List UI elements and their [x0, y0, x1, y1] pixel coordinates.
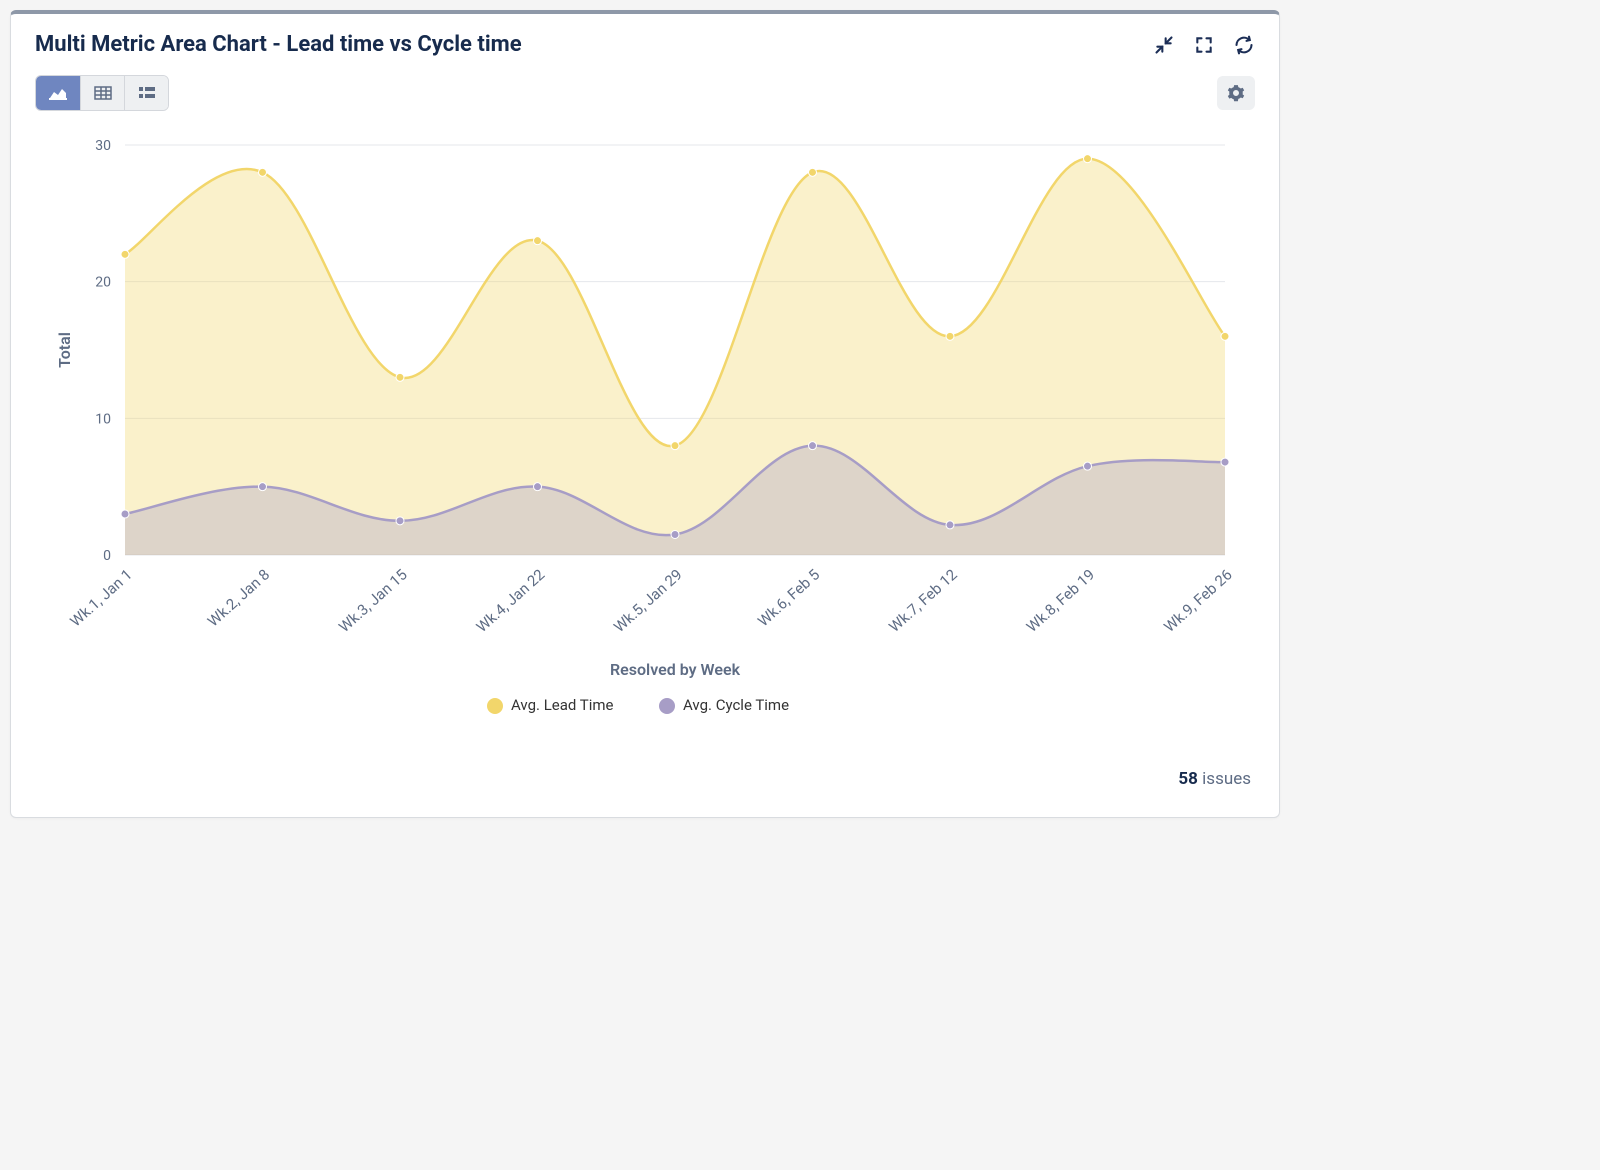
gear-icon [1227, 84, 1245, 102]
svg-text:Wk.3, Jan 15: Wk.3, Jan 15 [335, 566, 410, 636]
svg-text:Wk.1, Jan 1: Wk.1, Jan 1 [67, 566, 136, 631]
svg-text:Avg. Cycle Time: Avg. Cycle Time [683, 696, 789, 714]
chart-view-button[interactable] [36, 76, 80, 110]
area-chart: 0 10 20 30 Wk.1, Jan 1 Wk.2, Jan 8 Wk.3, Jan 1… [35, 125, 1255, 755]
issue-label: issues [1202, 769, 1251, 789]
expand-icon[interactable] [1193, 34, 1215, 56]
issue-count: 58 [1178, 769, 1198, 789]
refresh-icon[interactable] [1233, 34, 1255, 56]
footer: 58 issues [11, 759, 1279, 817]
svg-text:Wk.2, Jan 8: Wk.2, Jan 8 [204, 566, 273, 631]
header-actions [1153, 34, 1255, 56]
svg-text:Wk.6, Feb 5: Wk.6, Feb 5 [754, 566, 823, 631]
list-icon [138, 86, 156, 100]
svg-text:Wk.7, Feb 12: Wk.7, Feb 12 [885, 566, 960, 636]
toolbar [11, 67, 1279, 115]
list-view-button[interactable] [124, 76, 168, 110]
svg-text:20: 20 [95, 275, 111, 291]
settings-button[interactable] [1217, 76, 1255, 110]
table-icon [94, 86, 112, 100]
svg-text:Wk.4, Jan 22: Wk.4, Jan 22 [473, 566, 548, 636]
svg-text:10: 10 [95, 411, 111, 427]
table-view-button[interactable] [80, 76, 124, 110]
svg-text:Total: Total [55, 332, 74, 368]
svg-text:0: 0 [103, 548, 111, 564]
svg-text:Wk.5, Jan 29: Wk.5, Jan 29 [610, 566, 685, 636]
chart-area: 0 10 20 30 Wk.1, Jan 1 Wk.2, Jan 8 Wk.3, Jan 1… [11, 115, 1279, 759]
chart-card: Multi Metric Area Chart - Lead time vs C… [10, 10, 1280, 818]
view-toggle [35, 75, 169, 111]
svg-text:Resolved by Week: Resolved by Week [610, 660, 741, 679]
svg-text:Wk.8, Feb 19: Wk.8, Feb 19 [1023, 566, 1098, 636]
card-title: Multi Metric Area Chart - Lead time vs C… [35, 32, 522, 57]
collapse-icon[interactable] [1153, 34, 1175, 56]
svg-text:30: 30 [95, 138, 111, 154]
area-chart-icon [49, 86, 67, 100]
card-header: Multi Metric Area Chart - Lead time vs C… [11, 14, 1279, 67]
svg-text:Wk.9, Feb 26: Wk.9, Feb 26 [1160, 566, 1235, 636]
svg-text:Avg. Lead Time: Avg. Lead Time [511, 696, 614, 714]
